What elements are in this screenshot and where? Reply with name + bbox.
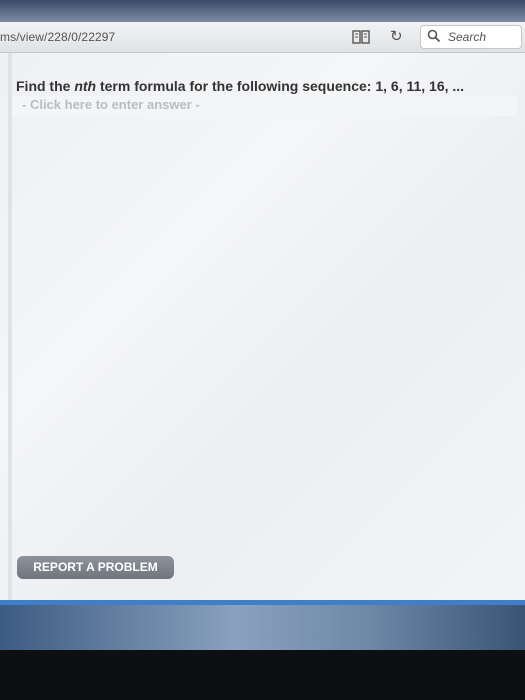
book-icon[interactable] bbox=[352, 30, 370, 44]
question-suffix: term formula for the following sequence:… bbox=[96, 78, 465, 94]
browser-toolbar: ms/view/228/0/22297 ↻ Search bbox=[0, 22, 525, 53]
monitor-bezel bbox=[0, 650, 525, 700]
search-input[interactable]: Search bbox=[420, 25, 522, 49]
search-placeholder: Search bbox=[448, 30, 487, 44]
question-prefix: Find the bbox=[16, 78, 75, 94]
question-text: Find the nth term formula for the follow… bbox=[16, 78, 464, 94]
monitor-top-edge bbox=[0, 0, 525, 22]
question-variable: nth bbox=[74, 78, 97, 94]
answer-input[interactable]: - Click here to enter answer - bbox=[12, 96, 517, 116]
desktop-background bbox=[0, 605, 525, 650]
search-icon bbox=[427, 29, 441, 43]
report-problem-button[interactable]: REPORT A PROBLEM bbox=[17, 556, 174, 579]
reload-icon[interactable]: ↻ bbox=[390, 27, 403, 45]
address-bar[interactable]: ms/view/228/0/22297 bbox=[0, 30, 115, 44]
page-content bbox=[0, 53, 525, 601]
answer-placeholder: - Click here to enter answer - bbox=[22, 97, 200, 112]
left-divider bbox=[8, 53, 12, 601]
